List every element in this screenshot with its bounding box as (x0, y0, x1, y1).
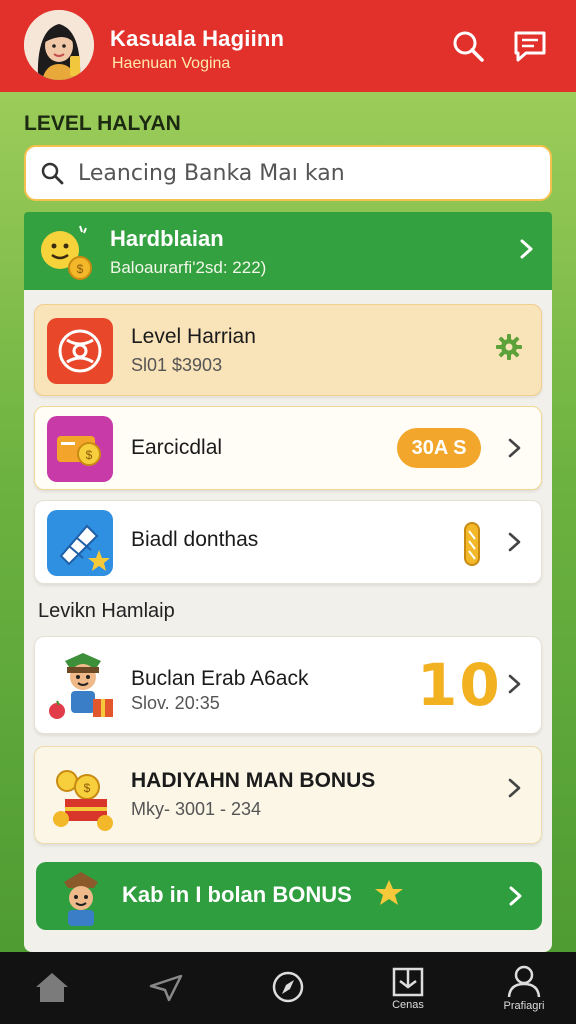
card-title: Earcicdlal (131, 436, 223, 459)
search-input[interactable]: Leancing Banka Maı kan (24, 145, 552, 201)
character-icon (64, 872, 98, 926)
nav-profile[interactable]: Prafiagri (484, 952, 564, 1024)
coin-stack-icon (464, 522, 480, 566)
bottom-nav: Cenas Prafiagri (0, 952, 576, 1024)
bonus-button[interactable]: Kab in I bolan BONUS (36, 862, 542, 930)
search-icon (41, 162, 64, 185)
app-header: Kasuala Hagiinn Haenuan Vogina (0, 0, 576, 92)
search-icon[interactable] (448, 26, 488, 66)
reward-title: Buclan Erab A6ack (131, 667, 309, 690)
home-icon (36, 973, 68, 1002)
profile-icon (507, 965, 541, 998)
gear-icon[interactable] (495, 333, 523, 361)
app-title: Kasuala Hagiinn (110, 26, 285, 51)
star-icon (375, 880, 403, 905)
chevron-right-icon (508, 532, 521, 552)
wallet-icon: $ (47, 416, 113, 482)
message-icon[interactable] (510, 26, 550, 66)
bonus-subtitle: Mky- 3001 - 234 (131, 799, 262, 819)
avatar[interactable] (24, 10, 94, 80)
rewards-section-title: Levikn Hamlaip (38, 600, 175, 622)
svg-text:$: $ (84, 781, 91, 795)
level-banner[interactable]: $ Hardblaian Baloaurarfi'2sd: 222) (24, 212, 552, 292)
card-title: Biadl donthas (131, 528, 259, 551)
earnings-card[interactable]: $ Earcicdlal 30A S (34, 406, 542, 490)
compass-icon (272, 971, 304, 1003)
gift-icon (392, 967, 424, 997)
svg-text:$: $ (77, 262, 84, 276)
reward-subtitle: Slov. 20:35 (131, 693, 220, 713)
chevron-right-icon (520, 239, 533, 259)
card-title: Level Harrian (131, 325, 256, 348)
section-title: LEVEL HALYAN (24, 112, 181, 135)
amount-badge: 30A S (397, 428, 481, 468)
send-icon (149, 974, 183, 1002)
level-card[interactable]: Level Harrian Sl01 $3903 (34, 304, 542, 396)
banner-subtitle: Baloaurarfi'2sd: 222) (110, 258, 267, 277)
reward-card[interactable]: Buclan Erab A6ack Slov. 20:35 10 (34, 636, 542, 734)
app-subtitle: Haenuan Vogina (112, 55, 231, 72)
chevron-right-icon (508, 438, 521, 458)
chevron-right-icon (509, 886, 522, 906)
svg-text:$: $ (86, 448, 93, 462)
smiley-coin-icon: $ (41, 225, 92, 280)
chevron-right-icon (508, 778, 521, 798)
level-icon (47, 318, 113, 384)
badges-card[interactable]: Biadl donthas (34, 500, 542, 584)
nav-label: Prafiagri (503, 1000, 545, 1012)
coin-pile-icon: $ (53, 770, 113, 831)
bonus-card[interactable]: $ HADIYAHN MAN BONUS Mky- 3001 - 234 (34, 746, 542, 844)
card-subtitle: Sl01 $3903 (131, 355, 223, 375)
nav-gifts[interactable]: Cenas (368, 952, 448, 1024)
reward-badge: 10 (417, 651, 502, 719)
nav-label: Cenas (392, 999, 424, 1011)
nav-home[interactable] (12, 952, 92, 1024)
rocket-star-icon (47, 510, 113, 576)
bonus-label: Kab in I bolan BONUS (122, 882, 352, 907)
banner-title: Hardblaian (110, 226, 224, 251)
nav-explore[interactable] (248, 952, 328, 1024)
search-placeholder: Leancing Banka Maı kan (78, 160, 345, 186)
character-icon (49, 653, 113, 719)
nav-send[interactable] (126, 952, 206, 1024)
bonus-title: HADIYAHN MAN BONUS (131, 769, 376, 792)
chevron-right-icon (508, 674, 521, 694)
